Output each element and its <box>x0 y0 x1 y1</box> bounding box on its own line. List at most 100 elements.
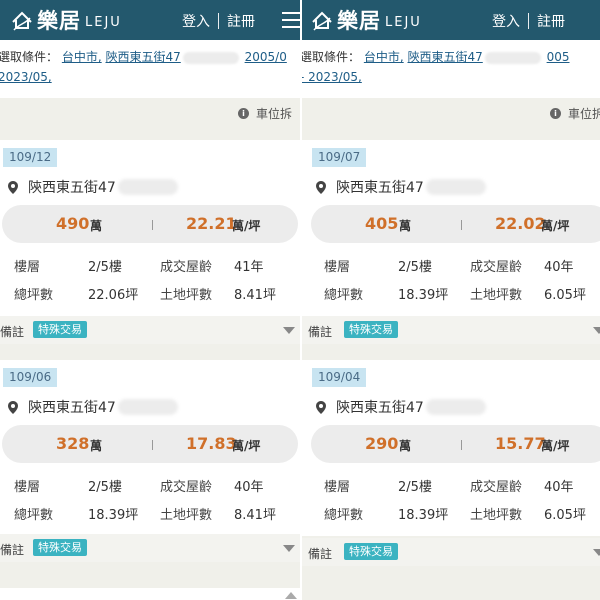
filter-date-end-link[interactable]: 2023/05, <box>0 70 52 84</box>
price-divider <box>461 220 462 230</box>
brand-logo[interactable]: 樂居 LEJU <box>310 6 422 34</box>
auth-links: 登入 註冊 <box>492 11 565 31</box>
house-logo-icon <box>12 11 32 31</box>
transaction-date-tag: 109/12 <box>3 148 58 167</box>
parking-split-info[interactable]: i 車位拆 <box>238 105 292 122</box>
login-link[interactable]: 登入 <box>182 11 210 31</box>
filter-label: 選取條件： <box>300 50 361 64</box>
register-link[interactable]: 註冊 <box>537 11 565 31</box>
price-divider <box>152 220 153 230</box>
special-transaction-badge: 特殊交易 <box>344 321 398 338</box>
next-card-edge <box>0 588 300 600</box>
unit-price-unit: 萬/坪 <box>232 439 261 453</box>
total-price: 328 <box>56 434 90 453</box>
scroll-up-icon[interactable] <box>285 592 297 599</box>
land-value: 8.41坪 <box>234 508 276 523</box>
price-pill: 290 萬 15.77 萬/坪 <box>311 425 600 463</box>
note-row[interactable]: 備註 特殊交易 <box>0 316 300 344</box>
address-text: 陝西東五街47 <box>28 400 116 416</box>
filter-street-link[interactable]: 陝西東五街47 <box>106 50 181 64</box>
blurred-text <box>484 51 541 64</box>
price-pill: 405 萬 22.02 萬/坪 <box>311 205 600 243</box>
address-text: 陝西東五街47 <box>336 400 424 416</box>
unit-price-unit: 萬/坪 <box>541 219 570 233</box>
expand-caret-icon[interactable] <box>593 327 600 334</box>
age-value: 41年 <box>234 260 264 275</box>
floor-value: 2/5樓 <box>398 260 432 275</box>
special-transaction-badge: 特殊交易 <box>33 539 87 556</box>
total-price-unit: 萬 <box>90 439 103 453</box>
app-header: 樂居 LEJU 登入 註冊 <box>300 0 600 40</box>
parking-split-info[interactable]: i 車位拆 <box>550 105 600 122</box>
filter-city-link[interactable]: 台中市, <box>62 50 102 64</box>
area-label: 總坪數 <box>324 508 364 523</box>
price-divider <box>461 440 462 450</box>
filter-line-1: 選取條件： 台中市, 陝西東五街47 2005/0 <box>0 48 287 67</box>
filter-city-link[interactable]: 台中市, <box>364 50 404 64</box>
area-label: 總坪數 <box>14 508 54 523</box>
parking-split-label: 車位拆 <box>256 107 293 121</box>
login-link[interactable]: 登入 <box>492 11 520 31</box>
transaction-card[interactable]: 109/07 陝西東五街47 405 萬 22.02 萬/坪 樓層 2/5樓 成… <box>300 140 600 316</box>
land-value: 6.05坪 <box>544 508 586 523</box>
land-label: 土地坪數 <box>470 288 523 303</box>
age-value: 40年 <box>544 260 574 275</box>
register-link[interactable]: 註冊 <box>227 11 255 31</box>
floor-value: 2/5樓 <box>398 480 432 495</box>
map-pin-icon <box>8 400 18 414</box>
expand-caret-icon[interactable] <box>283 545 295 552</box>
screenshot-collage: 樂居 LEJU 登入 註冊 選取條件： 台中市, 陝西東五街47 2005/0 … <box>0 0 600 600</box>
age-value: 40年 <box>234 480 264 495</box>
expand-caret-icon[interactable] <box>283 327 295 334</box>
note-row[interactable]: 備註 特殊交易 <box>0 534 300 562</box>
transaction-date-tag: 109/04 <box>312 368 367 387</box>
filter-street-link[interactable]: 陝西東五街47 <box>408 50 483 64</box>
age-label: 成交屋齡 <box>160 260 213 275</box>
address-text: 陝西東五街47 <box>336 180 424 196</box>
brand-sub: LEJU <box>85 14 122 30</box>
floor-value: 2/5樓 <box>88 260 122 275</box>
note-label: 備註 <box>0 543 25 557</box>
unit-price: 22.02 <box>495 214 546 233</box>
blurred-text <box>117 179 178 195</box>
house-logo-icon <box>312 11 332 31</box>
filter-date-start-link[interactable]: 2005/0 <box>245 50 287 64</box>
note-label: 備註 <box>308 547 333 561</box>
hamburger-menu-icon[interactable] <box>282 12 300 28</box>
filter-summary-bar: 選取條件： 台中市, 陝西東五街47 2005/0 2023/05, <box>0 40 300 98</box>
total-price-unit: 萬 <box>399 219 412 233</box>
total-price-unit: 萬 <box>90 219 103 233</box>
area-label: 總坪數 <box>324 288 364 303</box>
info-icon: i <box>238 108 249 119</box>
total-price: 290 <box>365 434 399 453</box>
filter-date-end-link[interactable]: - 2023/05, <box>300 70 362 84</box>
area-value: 18.39坪 <box>88 508 139 523</box>
filter-date-start-link[interactable]: 005 <box>547 50 570 64</box>
floor-label: 樓層 <box>14 260 41 275</box>
land-value: 8.41坪 <box>234 288 276 303</box>
total-price: 490 <box>56 214 90 233</box>
right-screenshot-panel: 樂居 LEJU 登入 註冊 選取條件： 台中市, 陝西東五街47 005 - 2… <box>300 0 600 600</box>
filter-line-2: - 2023/05, <box>300 68 362 87</box>
unit-price: 15.77 <box>495 434 546 453</box>
floor-label: 樓層 <box>324 480 351 495</box>
brand-name: 樂居 <box>337 8 381 33</box>
blurred-text <box>117 399 178 415</box>
auth-links: 登入 註冊 <box>182 11 255 31</box>
transaction-card[interactable]: 109/12 陝西東五街47 490 萬 22.21 萬/坪 樓層 2/5樓 成… <box>0 140 300 316</box>
expand-caret-icon[interactable] <box>593 549 600 556</box>
map-pin-icon <box>8 180 18 194</box>
note-row[interactable]: 備註 特殊交易 <box>300 316 600 344</box>
note-row[interactable]: 備註 特殊交易 <box>300 538 600 566</box>
total-price: 405 <box>365 214 399 233</box>
transaction-card[interactable]: 109/06 陝西東五街47 328 萬 17.83 萬/坪 樓層 2/5樓 成… <box>0 360 300 536</box>
transaction-card[interactable]: 109/04 陝西東五街47 290 萬 15.77 萬/坪 樓層 2/5樓 成… <box>300 360 600 536</box>
special-transaction-badge: 特殊交易 <box>33 321 87 338</box>
note-label: 備註 <box>0 325 25 339</box>
special-transaction-badge: 特殊交易 <box>344 543 398 560</box>
brand-logo[interactable]: 樂居 LEJU <box>10 6 122 34</box>
filter-line-1: 選取條件： 台中市, 陝西東五街47 005 <box>300 48 570 67</box>
app-header: 樂居 LEJU 登入 註冊 <box>0 0 300 40</box>
total-price-unit: 萬 <box>399 439 412 453</box>
price-divider <box>152 440 153 450</box>
